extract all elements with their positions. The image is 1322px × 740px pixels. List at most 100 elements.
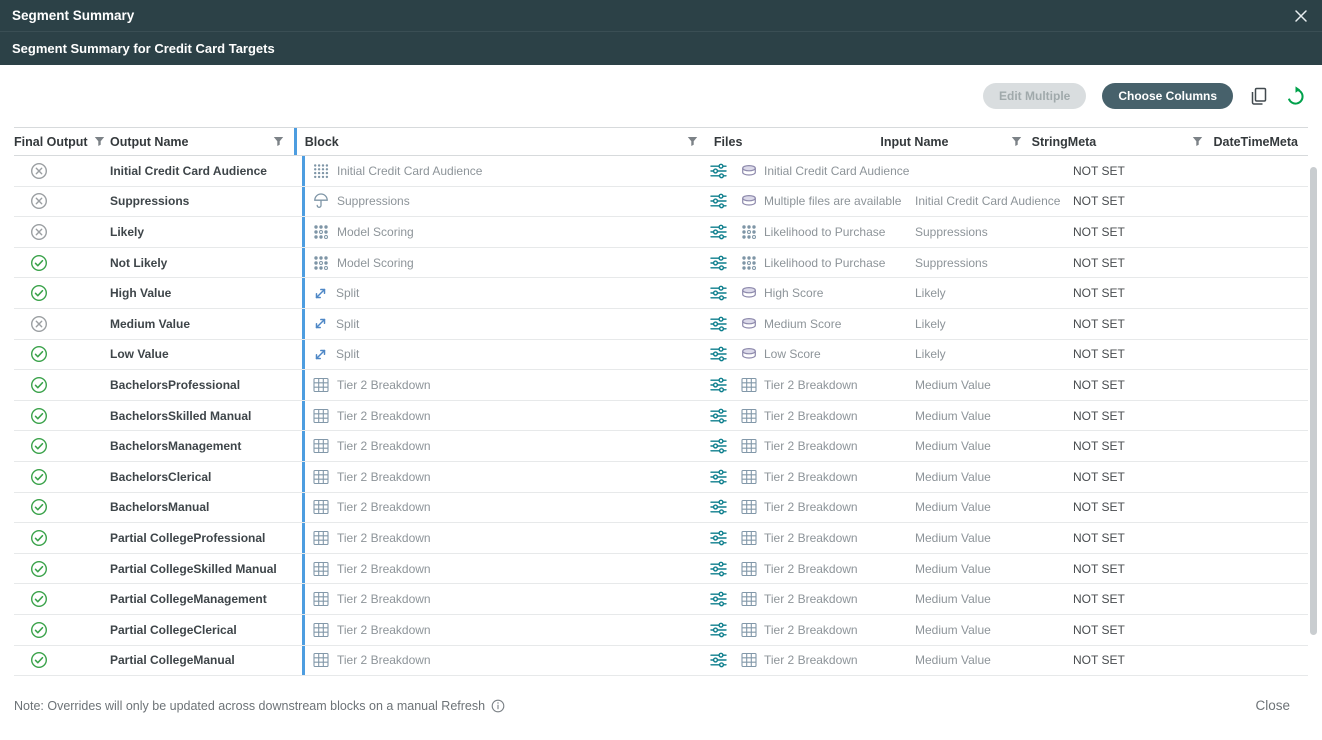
refresh-icon[interactable]	[1285, 86, 1306, 107]
table-row[interactable]: Partial CollegeManual Tier 2 Breakdown T…	[14, 646, 1308, 677]
stringmeta-value: NOT SET	[1073, 347, 1125, 361]
output-name: Partial CollegeManual	[110, 653, 235, 667]
file-icon	[741, 530, 757, 546]
table-row[interactable]: BachelorsManagement Tier 2 Breakdown Tie…	[14, 431, 1308, 462]
input-name: Medium Value	[915, 378, 991, 392]
file-icon	[741, 561, 757, 577]
block-name: Tier 2 Breakdown	[337, 500, 431, 514]
mapping-icon[interactable]	[710, 163, 727, 179]
mapping-icon[interactable]	[710, 499, 727, 515]
output-name: Initial Credit Card Audience	[110, 164, 267, 178]
file-name: High Score	[764, 286, 823, 300]
table-row[interactable]: BachelorsClerical Tier 2 Breakdown Tier …	[14, 462, 1308, 493]
table-row[interactable]: Partial CollegeSkilled Manual Tier 2 Bre…	[14, 554, 1308, 585]
output-name: BachelorsSkilled Manual	[110, 409, 251, 423]
file-name: Tier 2 Breakdown	[764, 378, 858, 392]
mapping-icon[interactable]	[710, 255, 727, 271]
final-output-status-icon	[30, 192, 48, 210]
close-button[interactable]: Close	[1255, 698, 1306, 713]
output-name: BachelorsManual	[110, 500, 209, 514]
close-icon[interactable]	[1292, 7, 1310, 25]
file-icon	[741, 652, 757, 668]
table-row[interactable]: Initial Credit Card Audience Initial Cre…	[14, 156, 1308, 187]
column-header-datetimemeta: DateTimeMeta	[1213, 135, 1298, 149]
segment-summary-table: Final Output Output Name Block Files Inp…	[14, 127, 1308, 676]
vertical-scrollbar[interactable]	[1310, 167, 1317, 635]
table-row[interactable]: Partial CollegeManagement Tier 2 Breakdo…	[14, 584, 1308, 615]
mapping-icon[interactable]	[710, 316, 727, 332]
final-output-status-icon	[30, 376, 48, 394]
edit-multiple-button[interactable]: Edit Multiple	[983, 83, 1086, 109]
table-row[interactable]: Likely Model Scoring Likelihood to Purch…	[14, 217, 1308, 248]
table-row[interactable]: BachelorsManual Tier 2 Breakdown Tier 2 …	[14, 493, 1308, 524]
block-name: Tier 2 Breakdown	[337, 470, 431, 484]
stringmeta-value: NOT SET	[1073, 653, 1125, 667]
table-row[interactable]: Partial CollegeClerical Tier 2 Breakdown…	[14, 615, 1308, 646]
table-row[interactable]: Suppressions Suppressions Multiple files…	[14, 187, 1308, 218]
table-row[interactable]: BachelorsProfessional Tier 2 Breakdown T…	[14, 370, 1308, 401]
file-icon	[741, 499, 757, 515]
output-name: Partial CollegeProfessional	[110, 531, 265, 545]
file-name: Tier 2 Breakdown	[764, 531, 858, 545]
block-icon	[313, 347, 328, 362]
file-name: Tier 2 Breakdown	[764, 409, 858, 423]
table-row[interactable]: Not Likely Model Scoring Likelihood to P…	[14, 248, 1308, 279]
mapping-icon[interactable]	[710, 530, 727, 546]
block-icon	[313, 652, 329, 668]
input-name: Initial Credit Card Audience	[915, 194, 1060, 208]
mapping-icon[interactable]	[710, 346, 727, 362]
mapping-icon[interactable]	[710, 622, 727, 638]
stringmeta-value: NOT SET	[1073, 378, 1125, 392]
table-row[interactable]: Medium Value Split Medium Score Likely N…	[14, 309, 1308, 340]
final-output-status-icon	[30, 621, 48, 639]
mapping-icon[interactable]	[710, 438, 727, 454]
file-name: Likelihood to Purchase	[764, 225, 885, 239]
input-name: Medium Value	[915, 592, 991, 606]
info-icon[interactable]	[491, 699, 505, 713]
choose-columns-button[interactable]: Choose Columns	[1102, 83, 1233, 109]
table-body: Initial Credit Card Audience Initial Cre…	[14, 156, 1308, 676]
mapping-icon[interactable]	[710, 561, 727, 577]
block-icon	[313, 469, 329, 485]
output-name: Suppressions	[110, 194, 189, 208]
stringmeta-value: NOT SET	[1073, 256, 1125, 270]
copy-icon[interactable]	[1249, 86, 1269, 106]
table-row[interactable]: Partial CollegeProfessional Tier 2 Break…	[14, 523, 1308, 554]
final-output-status-icon	[30, 498, 48, 516]
mapping-icon[interactable]	[710, 408, 727, 424]
block-icon	[313, 224, 329, 240]
file-icon	[741, 316, 757, 332]
file-icon	[741, 224, 757, 240]
mapping-icon[interactable]	[710, 469, 727, 485]
input-name: Likely	[915, 286, 946, 300]
block-icon	[313, 530, 329, 546]
mapping-icon[interactable]	[710, 377, 727, 393]
block-name: Tier 2 Breakdown	[337, 439, 431, 453]
block-name: Tier 2 Breakdown	[337, 623, 431, 637]
filter-icon[interactable]	[273, 136, 284, 147]
output-name: Low Value	[110, 347, 169, 361]
mapping-icon[interactable]	[710, 193, 727, 209]
stringmeta-value: NOT SET	[1073, 409, 1125, 423]
block-icon	[313, 561, 329, 577]
input-name: Medium Value	[915, 562, 991, 576]
filter-icon[interactable]	[687, 136, 698, 147]
table-row[interactable]: BachelorsSkilled Manual Tier 2 Breakdown…	[14, 401, 1308, 432]
table-row[interactable]: High Value Split High Score Likely NOT S…	[14, 278, 1308, 309]
output-name: BachelorsManagement	[110, 439, 241, 453]
dialog-title: Segment Summary	[12, 8, 134, 23]
stringmeta-value: NOT SET	[1073, 470, 1125, 484]
filter-icon[interactable]	[1192, 136, 1203, 147]
filter-icon[interactable]	[1011, 136, 1022, 147]
final-output-status-icon	[30, 254, 48, 272]
output-name: Medium Value	[110, 317, 190, 331]
mapping-icon[interactable]	[710, 591, 727, 607]
mapping-icon[interactable]	[710, 224, 727, 240]
block-icon	[313, 255, 329, 271]
table-row[interactable]: Low Value Split Low Score Likely NOT SET	[14, 340, 1308, 371]
mapping-icon[interactable]	[710, 652, 727, 668]
mapping-icon[interactable]	[710, 285, 727, 301]
final-output-status-icon	[30, 407, 48, 425]
block-icon	[313, 499, 329, 515]
input-name: Medium Value	[915, 439, 991, 453]
